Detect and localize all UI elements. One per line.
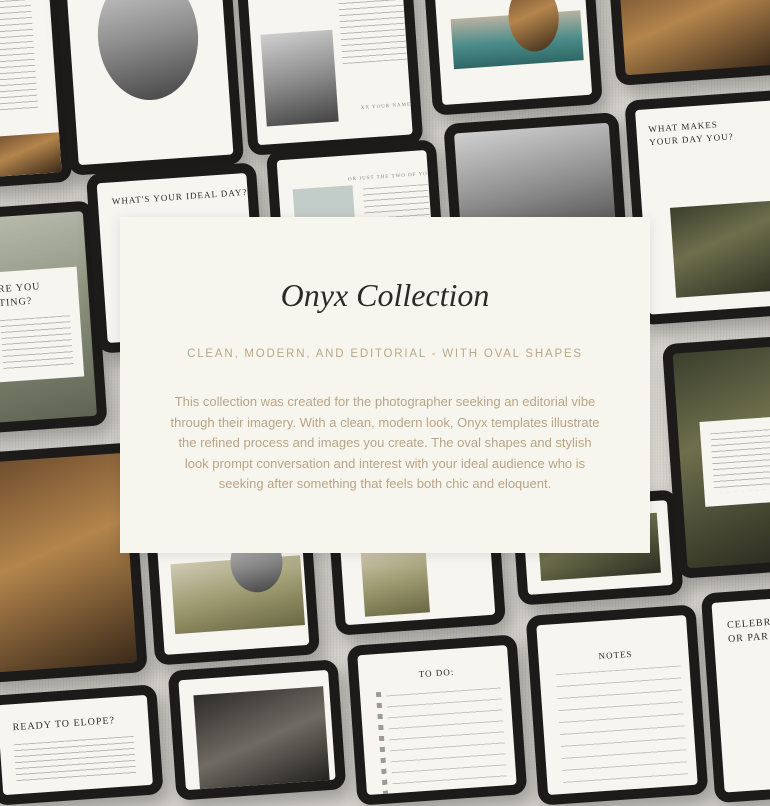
tablet-mockup (167, 659, 347, 801)
tablet-mockup: TO DO: (346, 634, 528, 806)
collection-title: Onyx Collection (280, 277, 490, 313)
page-text-lines (0, 315, 74, 370)
tablet-screen (0, 453, 138, 673)
page-text-lines (710, 428, 770, 494)
page-heading: CELEBR (726, 616, 770, 631)
page-heading: NOTES (598, 648, 633, 662)
text-panel (699, 415, 770, 507)
tablet-screen: TO DO: (357, 644, 517, 796)
tablet-screen: RE YOU TING? (0, 211, 98, 424)
page-heading: OR PAR (727, 631, 770, 645)
collection-subtitle: CLEAN, MODERN, AND EDITORIAL - WITH OVAL… (187, 348, 583, 360)
tablet-screen (65, 0, 234, 166)
tablet-screen (433, 0, 593, 106)
page-photo (260, 29, 339, 127)
tablet-mockup (423, 0, 603, 116)
tablet-mockup: READY TO ELOPE? (0, 684, 164, 806)
tablet-mockup: CELEBR OR PAR (700, 586, 770, 804)
page-heading: TING? (0, 295, 33, 310)
page-heading: READY TO ELOPE? (12, 715, 116, 734)
tablet-screen: CELEBR OR PAR (711, 597, 770, 793)
page-heading: TO DO: (418, 666, 455, 680)
collection-info-card: Onyx Collection CLEAN, MODERN, AND EDITO… (120, 217, 650, 553)
tablet-screen (672, 346, 770, 569)
tablet-screen (0, 0, 62, 178)
tablet-screen (178, 669, 336, 791)
tablet-screen: XX YOUR NAME (246, 0, 413, 146)
tablet-mockup (661, 336, 770, 579)
page-heading: WHAT MAKES YOUR DAY YOU? (648, 119, 734, 148)
notes-lines (555, 665, 689, 794)
tablet-mockup: XX YOUR NAME (235, 0, 424, 156)
page-text-lines (336, 0, 408, 65)
page-photo (0, 132, 62, 178)
checklist-lines (385, 683, 509, 796)
page-photo (669, 199, 770, 298)
text-panel: RE YOU TING? (0, 266, 85, 383)
tablet-mockup (54, 0, 245, 176)
your-name-label: XX YOUR NAME (360, 102, 412, 111)
tablet-mockup (608, 0, 770, 86)
oval-photo (93, 0, 203, 104)
page-text-lines (13, 735, 137, 785)
tablet-screen: READY TO ELOPE? (0, 694, 153, 796)
page-heading: WHAT'S YOUR IDEAL DAY? (111, 186, 248, 207)
collection-description: This collection was created for the phot… (170, 394, 600, 491)
page-photo (193, 686, 331, 791)
tablet-screen: WHAT MAKES YOUR DAY YOU? (635, 100, 770, 315)
page-text-lines (0, 0, 39, 113)
tablet-mockup: NOTES (525, 604, 709, 806)
tablet-screen: NOTES (536, 614, 698, 796)
page-photo (360, 547, 430, 617)
page-heading: RE YOU (0, 281, 41, 296)
tablet-screen (618, 0, 770, 76)
page-caption: OR JUST THE TWO OF YOU (347, 171, 433, 183)
